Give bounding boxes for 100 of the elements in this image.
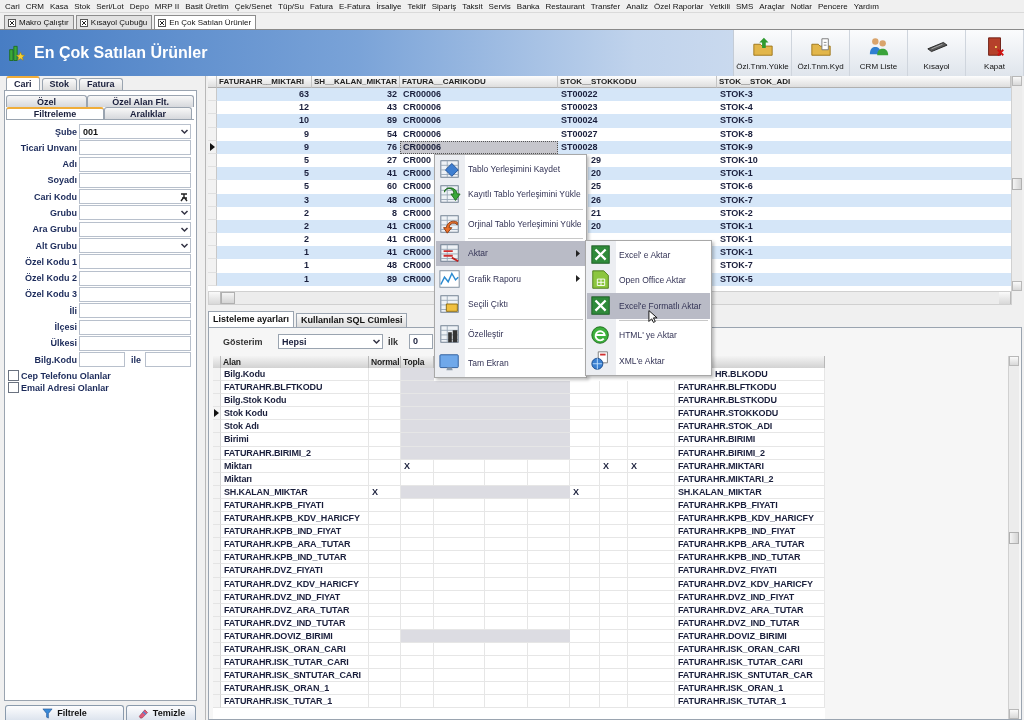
menu-item[interactable]: Aktar — [436, 240, 585, 266]
menu-item[interactable]: Özel Raporlar — [650, 1, 707, 11]
menu-item[interactable]: Fatura — [306, 1, 336, 11]
input-field[interactable] — [79, 352, 125, 368]
input-field[interactable] — [79, 335, 191, 351]
tab[interactable]: Filtreleme — [6, 107, 104, 119]
menu-item[interactable]: Araçlar — [756, 1, 788, 11]
combo-box[interactable] — [79, 238, 191, 254]
checkbox[interactable] — [8, 382, 19, 394]
menu-item[interactable]: Çek/Senet — [231, 1, 276, 11]
input-field[interactable] — [79, 303, 191, 319]
menu-item[interactable]: Excel' e Aktar — [587, 242, 710, 268]
tab[interactable]: Özel Alan Flt. — [87, 95, 194, 107]
menu-item[interactable]: SMS — [732, 1, 757, 11]
input-field[interactable] — [79, 140, 191, 156]
menu-item[interactable]: Analiz — [623, 1, 651, 11]
table-cell: FATURAHR.DVZ_IND_FIYAT — [221, 590, 369, 604]
input-field[interactable] — [79, 319, 191, 335]
tab[interactable]: Cari — [6, 76, 40, 90]
column-header[interactable]: Topla — [401, 356, 434, 368]
column-header[interactable]: FATURA__CARIKODU — [400, 76, 558, 88]
table-cell — [570, 695, 600, 709]
menu-item[interactable]: HTML' ye Aktar — [587, 322, 710, 348]
lookup-field[interactable] — [79, 189, 191, 205]
table-cell: HR.BLKODU — [712, 368, 825, 382]
action-button[interactable]: Filtrele — [5, 705, 124, 720]
menu-item[interactable]: Tüp/Su — [275, 1, 307, 11]
column-header[interactable]: STOK__STOKKODU — [558, 76, 717, 88]
input-field[interactable] — [79, 270, 191, 286]
table-cell — [600, 629, 628, 643]
menu-item[interactable]: Yardım — [850, 1, 882, 11]
menu-item[interactable]: Depo — [126, 1, 152, 11]
menu-item[interactable]: Servis — [485, 1, 514, 11]
table-cell-text: 8 — [391, 206, 398, 220]
input-field[interactable] — [145, 352, 191, 368]
menu-item[interactable]: Teklif — [404, 1, 429, 11]
menu-item[interactable]: XML'e Aktar — [587, 348, 710, 374]
tab[interactable]: Kullanılan SQL Cümlesi — [296, 313, 408, 327]
menu-item[interactable]: Taksit — [459, 1, 486, 11]
menu-item[interactable]: Seri/Lot — [93, 1, 127, 11]
menu-item[interactable]: MRP II — [151, 1, 183, 11]
input-field[interactable] — [79, 172, 191, 188]
combo-box[interactable]: Hepsi — [278, 334, 383, 349]
column-header[interactable]: SH__KALAN_MIKTAR — [312, 76, 400, 88]
table-cell — [570, 642, 600, 657]
table-cell — [600, 695, 628, 709]
menu-item[interactable]: Sipariş — [428, 1, 460, 11]
menu-item[interactable]: Seçili Çıktı — [436, 291, 585, 317]
menu-item[interactable]: Banka — [513, 1, 543, 11]
input-field[interactable] — [79, 156, 191, 172]
menu-item[interactable]: Basit Üretim — [182, 1, 232, 11]
menu-item[interactable]: Tam Ekran — [436, 350, 585, 376]
column-header[interactable]: FATURAHR__MIKTARI — [217, 76, 312, 88]
input-field[interactable] — [79, 254, 191, 270]
menu-item[interactable]: Yetkili — [706, 1, 733, 11]
menu-item[interactable]: Transfer — [587, 1, 624, 11]
checkbox[interactable] — [8, 370, 19, 382]
input-field[interactable]: 0 — [409, 334, 433, 349]
menu-item[interactable]: Open Office Aktar — [587, 267, 710, 293]
combo-box[interactable] — [79, 205, 191, 221]
menu-item[interactable]: Restaurant — [542, 1, 588, 11]
menu-item[interactable]: Excel'e Formatlı Aktar — [587, 293, 710, 319]
menu-item[interactable]: Orjinal Tablo Yerleşimini Yükle — [436, 211, 585, 237]
menu-item[interactable]: Notlar — [787, 1, 815, 11]
menu-item[interactable]: Kasa — [46, 1, 72, 11]
table-cell — [628, 394, 675, 408]
document-tab[interactable]: En Çok Satılan Ürünler — [154, 15, 257, 29]
table-cell: Miktarı — [221, 459, 369, 473]
document-tab[interactable]: Kısayol Çubuğu — [75, 15, 153, 29]
table-cell — [485, 498, 528, 513]
table-cell — [369, 616, 401, 630]
document-tab[interactable]: Makro Çalıştır — [4, 15, 74, 29]
column-header[interactable]: Normal — [369, 356, 401, 368]
column-header[interactable] — [712, 356, 825, 368]
tab[interactable]: Fatura — [79, 78, 123, 90]
tab[interactable]: Aralıklar — [104, 107, 192, 119]
menu-item[interactable]: Pencere — [814, 1, 851, 11]
menu-item[interactable]: Cari — [2, 1, 23, 11]
table-cell — [434, 669, 485, 683]
menu-item[interactable]: E-Fatura — [336, 1, 374, 11]
tab[interactable]: Özel — [6, 95, 88, 107]
menu-item[interactable]: Grafik Raporu — [436, 266, 585, 292]
table-cell: 32 — [312, 88, 400, 102]
menu-item[interactable]: CRM — [22, 1, 47, 11]
combo-box[interactable]: 001 — [79, 124, 191, 139]
column-header[interactable]: STOK__STOK_ADI — [717, 76, 1011, 88]
action-button[interactable]: Temizle — [126, 705, 196, 720]
menu-item[interactable]: Özelleştir — [436, 321, 585, 347]
input-field[interactable] — [79, 286, 191, 302]
menu-item[interactable]: Kayıtlı Tablo Yerleşimini Yükle — [436, 181, 585, 207]
table-cell — [434, 642, 485, 657]
combo-box[interactable] — [79, 221, 191, 237]
menu-item[interactable]: Tablo Yerleşimini Kaydet — [436, 156, 585, 182]
tab[interactable]: Listeleme ayarları — [208, 311, 295, 327]
menu-item[interactable]: Stok — [71, 1, 94, 11]
menu-item[interactable]: İrsaliye — [373, 1, 405, 11]
tab[interactable]: Stok — [41, 78, 78, 90]
table-cell — [369, 538, 401, 552]
column-header[interactable]: Alan — [221, 356, 369, 368]
table-cell — [528, 498, 570, 513]
